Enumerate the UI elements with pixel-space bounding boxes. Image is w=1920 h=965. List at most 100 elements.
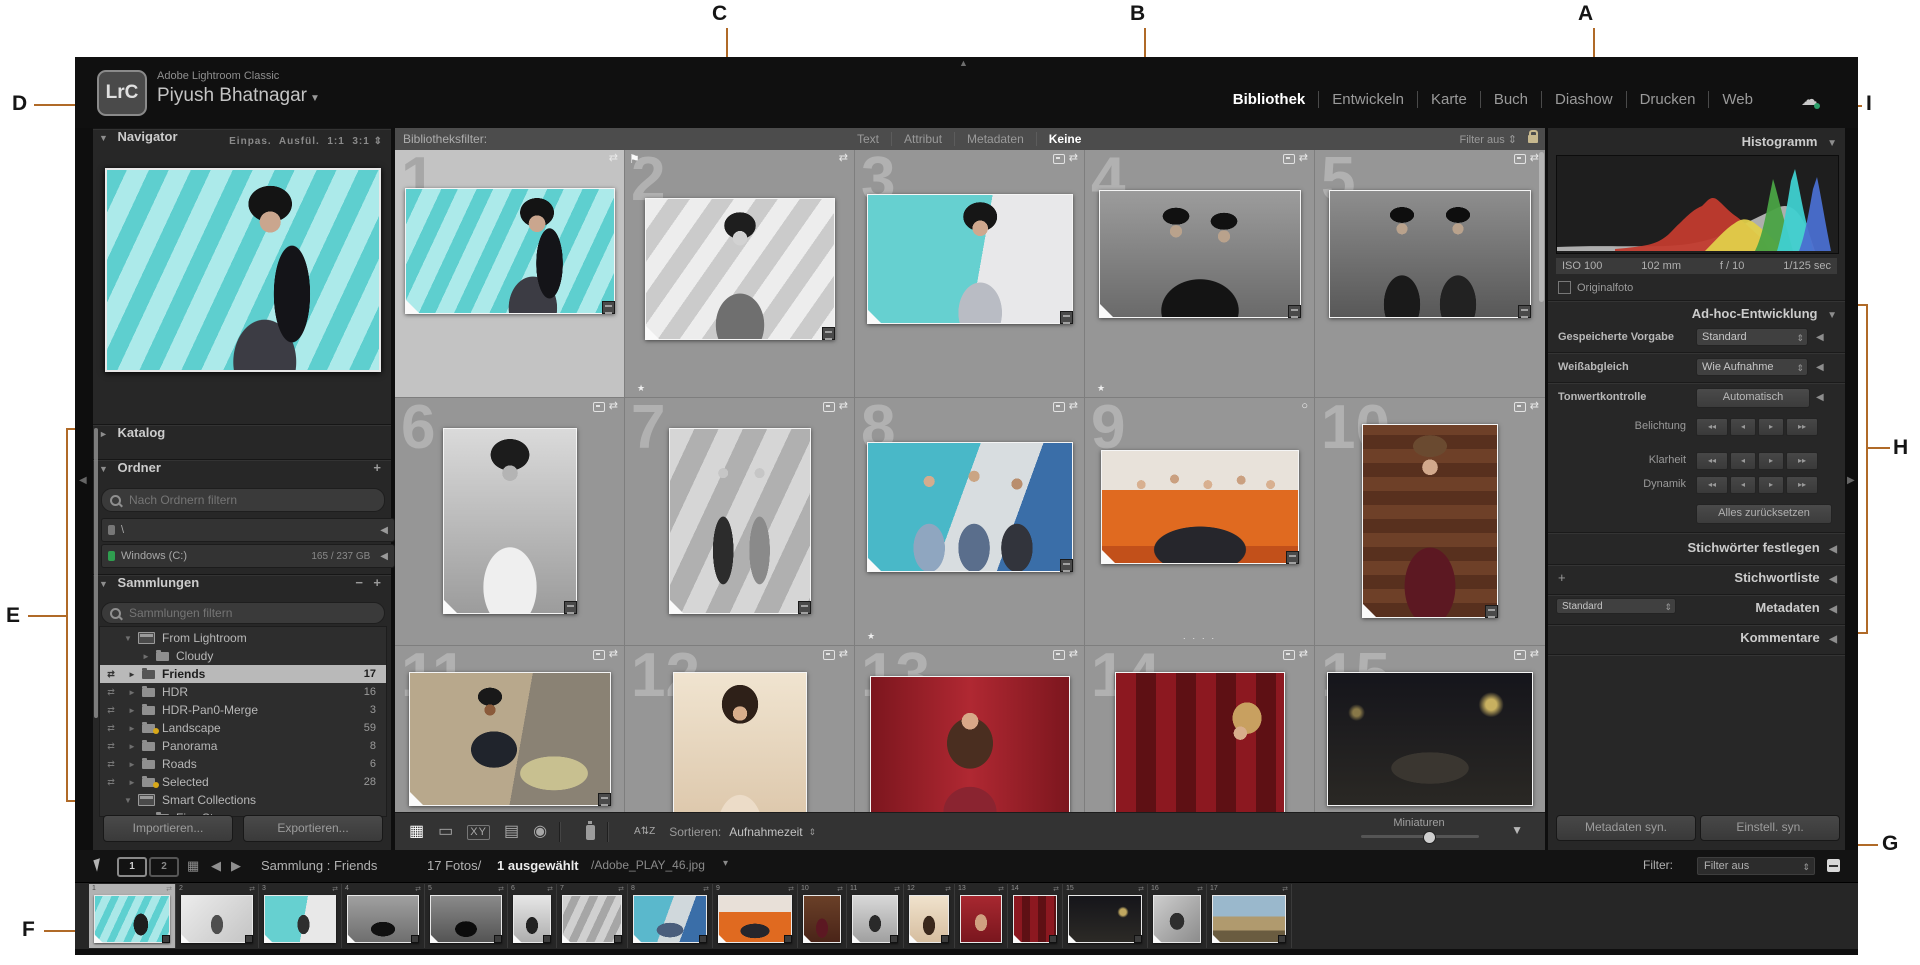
- preset-reset-icon[interactable]: ◀: [1816, 332, 1824, 343]
- primary-monitor-button[interactable]: 1: [117, 857, 147, 877]
- left-panel-collapse-icon[interactable]: ◀: [79, 475, 87, 486]
- photo-thumbnail[interactable]: [1101, 450, 1299, 564]
- keyword-list-header[interactable]: Stichwortliste ◀: [1548, 570, 1845, 585]
- filmstrip-cell-9[interactable]: 9⇄: [713, 884, 798, 948]
- collapse-icon[interactable]: ▼: [99, 464, 108, 474]
- grid-shortcut-icon[interactable]: ▦: [187, 858, 199, 874]
- filmstrip-cell-14[interactable]: 14⇄: [1008, 884, 1063, 948]
- filmstrip-thumb[interactable]: [718, 895, 792, 943]
- photo-th umbnail[interactable]: [870, 676, 1070, 812]
- checkbox-icon[interactable]: [1558, 281, 1571, 294]
- grid-cell-6[interactable]: 6 ⇄: [395, 398, 625, 646]
- loupe-view-icon[interactable]: ▭: [438, 824, 453, 840]
- collection-row-hdr[interactable]: ⇄ ► HDR 16: [100, 683, 386, 701]
- white-balance-select[interactable]: Wie Aufnahme ⇕: [1696, 358, 1808, 376]
- module-tab-diashow[interactable]: Diashow: [1541, 91, 1626, 108]
- grid-cell-9[interactable]: 9 ○ · · · ·: [1085, 398, 1315, 646]
- increase-large-button[interactable]: ▸▸: [1786, 418, 1818, 436]
- photo-thumbnail[interactable]: [405, 188, 615, 314]
- sort-direction-icon[interactable]: A⇅Z: [634, 827, 655, 837]
- photo-thumbnail[interactable]: [409, 672, 611, 806]
- filter-preset-select[interactable]: Filter aus ⇕: [1459, 133, 1517, 146]
- collection-row-friends[interactable]: ⇄ ► Friends 17: [100, 665, 386, 683]
- sammlungen-header[interactable]: ▼ Sammlungen − +: [93, 574, 391, 599]
- add-collection-icon[interactable]: +: [373, 575, 381, 590]
- add-folder-icon[interactable]: +: [373, 460, 381, 475]
- grid-view-icon[interactable]: ▦: [409, 824, 424, 840]
- right-panel-collapse-icon[interactable]: ▶: [1847, 475, 1855, 486]
- filmstrip-thumb[interactable]: [803, 895, 841, 943]
- filmstrip-thumb[interactable]: [1212, 895, 1286, 943]
- star-rating-icon[interactable]: ★: [637, 383, 645, 394]
- increase-large-button[interactable]: ▸▸: [1786, 452, 1818, 470]
- info-badge-icon[interactable]: [1514, 650, 1526, 660]
- collection-row-landscape[interactable]: ⇄ ► Landscape 59: [100, 719, 386, 737]
- filter-tab-attribut[interactable]: Attribut: [891, 132, 954, 146]
- photo-thumbnail[interactable]: [867, 194, 1073, 324]
- photo-thumbnail[interactable]: [1115, 672, 1285, 812]
- filter-switch-icon[interactable]: [1827, 859, 1840, 872]
- filmstrip-thumb[interactable]: [1068, 895, 1142, 943]
- info-badge-icon[interactable]: [1053, 650, 1065, 660]
- filmstrip-cell-6[interactable]: 6⇄: [508, 884, 557, 948]
- auto-tone-button[interactable]: Automatisch: [1696, 388, 1810, 408]
- histogram-chart[interactable]: [1556, 155, 1839, 254]
- decrease-button[interactable]: ◂: [1730, 418, 1756, 436]
- reset-all-button[interactable]: Alles zurücksetzen: [1696, 504, 1832, 524]
- filmstrip-cell-12[interactable]: 12⇄: [904, 884, 955, 948]
- next-photo-icon[interactable]: ▶: [231, 858, 241, 874]
- original-photo-toggle[interactable]: Originalfoto: [1558, 281, 1633, 294]
- module-tab-drucken[interactable]: Drucken: [1626, 91, 1709, 108]
- filmstrip-cell-16[interactable]: 16⇄: [1148, 884, 1207, 948]
- saved-preset-select[interactable]: Standard ⇕: [1696, 328, 1808, 346]
- star-rating-icon[interactable]: ★: [1097, 383, 1105, 394]
- photo-thumbnail[interactable]: [1099, 190, 1301, 318]
- import-button[interactable]: Importieren...: [103, 815, 233, 842]
- increase-button[interactable]: ▸: [1758, 476, 1784, 494]
- collection-row-hdr-pan0-merge[interactable]: ⇄ ► HDR-Pan0-Merge 3: [100, 701, 386, 719]
- filmstrip-cell-5[interactable]: 5⇄: [425, 884, 508, 948]
- filename-caret-icon[interactable]: ▾: [723, 858, 728, 869]
- slider-knob[interactable]: [1423, 831, 1436, 844]
- disclosure-icon[interactable]: ▼: [124, 634, 138, 643]
- info-badge-icon[interactable]: [593, 650, 605, 660]
- filmstrip-cell-3[interactable]: 3⇄: [259, 884, 342, 948]
- grid-cell-15[interactable]: 15 ⇄: [1315, 646, 1545, 812]
- collapse-icon[interactable]: ◀: [1829, 544, 1837, 555]
- info-badge-icon[interactable]: [1514, 154, 1526, 164]
- filter-tab-keine[interactable]: Keine: [1036, 132, 1094, 146]
- left-panel-scrollbar[interactable]: [94, 428, 98, 718]
- circle-badge-icon[interactable]: ○: [1301, 401, 1308, 412]
- module-tab-buch[interactable]: Buch: [1480, 91, 1541, 108]
- filmstrip-cell-2[interactable]: 2⇄: [176, 884, 259, 948]
- tone-reset-icon[interactable]: ◀: [1816, 392, 1824, 403]
- sync-badge-icon[interactable]: ⇄: [1530, 649, 1539, 660]
- drive-row-windows-c[interactable]: Windows (C:) 165 / 237 GB ◀: [101, 544, 395, 568]
- filter-tab-metadaten[interactable]: Metadaten: [954, 132, 1036, 146]
- info-badge-icon[interactable]: [1283, 650, 1295, 660]
- collection-filter-input[interactable]: [127, 605, 311, 621]
- collection-row-selected[interactable]: ⇄ ► Selected 28: [100, 773, 386, 791]
- filmstrip-thumb[interactable]: [909, 895, 949, 943]
- filmstrip-cell-10[interactable]: 10⇄: [798, 884, 847, 948]
- photo-thumbnail[interactable]: [867, 442, 1073, 572]
- filmstrip-cell-1[interactable]: 1⇄: [89, 884, 176, 948]
- drive-row-root[interactable]: \ ◀: [101, 518, 395, 542]
- grid-scrollbar[interactable]: [1539, 152, 1544, 302]
- navigator-preview-photo[interactable]: [105, 168, 381, 372]
- decrease-button[interactable]: ◂: [1730, 452, 1756, 470]
- sync-badge-icon[interactable]: ⇄: [1069, 401, 1078, 412]
- filmstrip-cell-11[interactable]: 11⇄: [847, 884, 904, 948]
- grid-cell-1[interactable]: 1 ⇄: [395, 150, 625, 398]
- filmstrip-thumb[interactable]: [1153, 895, 1201, 943]
- navigator-header[interactable]: ▼ Navigator Einpas. Ausfül. 1:1 3:1 ⇕: [93, 128, 391, 153]
- filmstrip-thumb[interactable]: [960, 895, 1002, 943]
- decrease-large-button[interactable]: ◂◂: [1696, 418, 1728, 436]
- collection-row-cloudy[interactable]: ► Cloudy 0: [100, 647, 387, 665]
- collapse-left-icon[interactable]: ◀: [380, 551, 388, 562]
- sync-settings-button[interactable]: Einstell. syn.: [1700, 815, 1840, 841]
- secondary-monitor-button[interactable]: 2: [149, 857, 179, 877]
- filter-tab-text[interactable]: Text: [845, 132, 891, 146]
- collection-row-roads[interactable]: ⇄ ► Roads 6: [100, 755, 386, 773]
- filmstrip-thumb[interactable]: [852, 895, 898, 943]
